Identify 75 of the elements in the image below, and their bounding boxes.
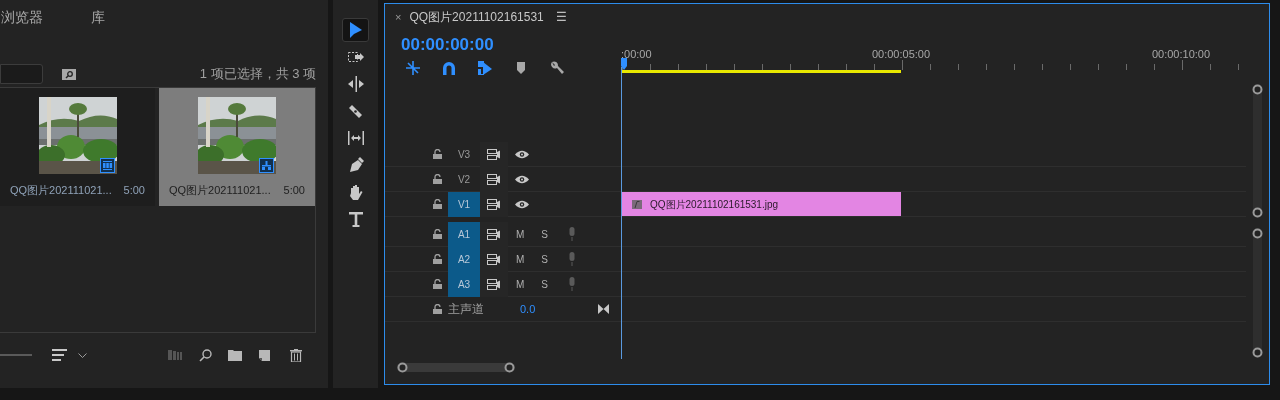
trash-icon[interactable] — [290, 348, 302, 362]
scroll-handle-icon[interactable] — [1252, 347, 1263, 358]
folder-search-icon[interactable] — [62, 68, 76, 80]
solo-button[interactable]: S — [541, 251, 548, 267]
clip-name: QQ图片20211102161531.jpg — [650, 197, 779, 212]
mute-button[interactable]: M — [516, 226, 525, 242]
mute-button[interactable]: M — [516, 251, 525, 267]
chevron-down-icon[interactable] — [78, 352, 87, 358]
solo-button[interactable]: S — [541, 226, 548, 242]
sequence-icon — [259, 158, 274, 173]
track-target-toggle[interactable]: A2 — [448, 246, 480, 272]
item-duration: 5:00 — [283, 183, 305, 198]
scroll-handle-icon[interactable] — [1252, 84, 1263, 95]
lock-icon[interactable] — [433, 149, 442, 159]
lock-icon[interactable] — [433, 279, 442, 289]
lock-icon[interactable] — [433, 254, 442, 264]
track-name: 主声道 — [448, 301, 484, 318]
scroll-handle-icon[interactable] — [1252, 207, 1263, 218]
fx-icon — [632, 199, 642, 209]
sequence-tab[interactable]: QQ图片20211102161531 — [409, 8, 544, 26]
clip[interactable]: QQ图片20211102161531.jpg — [622, 192, 901, 216]
folder-icon[interactable] — [228, 349, 242, 361]
scroll-handle-icon[interactable] — [504, 362, 515, 373]
eye-icon[interactable] — [515, 174, 529, 184]
track-output-icon[interactable] — [487, 148, 501, 160]
close-button[interactable]: × — [395, 8, 402, 26]
track-output-icon[interactable] — [487, 253, 501, 265]
ruler-label: :00:00 — [621, 47, 652, 62]
search-field[interactable] — [0, 64, 43, 84]
linked-selection-icon[interactable] — [477, 60, 493, 76]
eye-icon[interactable] — [515, 149, 529, 159]
item-name: QQ图片202111021... — [10, 183, 112, 198]
lock-icon[interactable] — [433, 199, 442, 209]
track-output-icon[interactable] — [487, 198, 501, 210]
track-target-toggle[interactable]: V3 — [448, 141, 480, 167]
item-name: QQ图片202111021... — [169, 183, 271, 198]
ruler-label: 00:00:05:00 — [871, 47, 931, 62]
list-view-icon[interactable] — [52, 349, 67, 361]
lock-icon[interactable] — [433, 304, 442, 314]
search-icon[interactable] — [199, 348, 212, 362]
solo-button[interactable]: S — [541, 276, 548, 292]
track-target-toggle[interactable]: V2 — [448, 166, 480, 192]
panel-tab[interactable]: 库 — [91, 6, 105, 28]
scroll-handle-icon[interactable] — [1252, 228, 1263, 239]
track-target-toggle[interactable]: A3 — [448, 271, 480, 297]
track-output-icon[interactable] — [487, 228, 501, 240]
panel-menu-button[interactable]: ☰ — [555, 8, 567, 26]
item-duration: 5:00 — [123, 183, 145, 198]
playhead-icon[interactable] — [621, 58, 627, 70]
horizontal-scrollbar[interactable] — [397, 363, 515, 372]
track-output-icon[interactable] — [487, 278, 501, 290]
track-target-toggle[interactable]: A1 — [448, 221, 480, 247]
filmstrip-icon — [99, 158, 115, 173]
bowtie-icon[interactable] — [598, 304, 610, 314]
volume-value[interactable]: 0.0 — [520, 300, 536, 318]
lock-icon[interactable] — [433, 174, 442, 184]
lock-icon[interactable] — [433, 229, 442, 239]
selection-tool-button[interactable] — [342, 18, 369, 42]
vertical-scrollbar[interactable] — [1253, 84, 1262, 218]
ruler-label: 00:00:10:00 — [1151, 47, 1211, 62]
magnet-icon[interactable] — [441, 60, 457, 76]
vertical-scrollbar[interactable] — [1253, 228, 1262, 358]
track-output-icon[interactable] — [487, 173, 501, 185]
nest-icon[interactable] — [405, 60, 421, 76]
new-item-icon[interactable] — [259, 349, 270, 361]
eye-icon[interactable] — [515, 199, 529, 209]
selection-count: 1 项已选择，共 3 项 — [199, 65, 316, 84]
panel-tab[interactable]: 浏览器 — [1, 6, 43, 28]
scroll-handle-icon[interactable] — [397, 362, 408, 373]
track-target-toggle[interactable]: V1 — [448, 191, 480, 217]
timecode[interactable]: 00:00:00:00 — [401, 34, 494, 56]
wrench-icon[interactable] — [549, 60, 565, 76]
project-item[interactable]: QQ图片202111021... 5:00 — [0, 88, 155, 206]
mute-button[interactable]: M — [516, 276, 525, 292]
project-item[interactable]: QQ图片202111021... 5:00 — [159, 88, 315, 206]
